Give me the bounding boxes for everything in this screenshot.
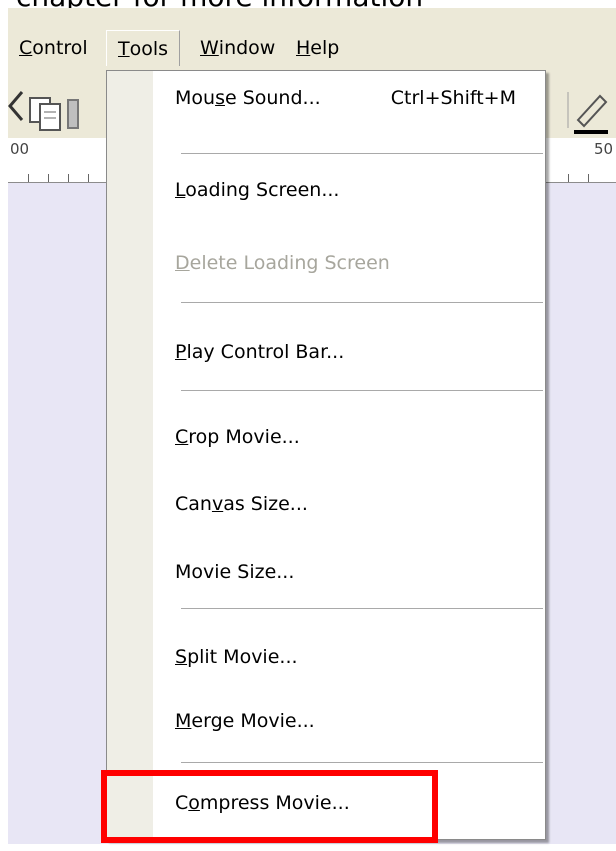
menu-item-label: Crop Movie... [175,426,300,448]
menu-item-label: Delete Loading Screen [175,252,390,274]
menu-item-delete-loading-screen: Delete Loading Screen [154,245,544,281]
ruler-tick [48,174,49,182]
menu-separator [181,302,543,303]
menu-item-label: Movie Size... [175,561,295,583]
tools-dropdown-menu: Mouse Sound... Ctrl+Shift+M Loading Scre… [106,70,546,840]
menu-item-label: Merge Movie... [175,710,315,732]
menu-item-movie-size[interactable]: Movie Size... [154,554,544,590]
menu-separator [181,608,543,609]
ruler-tick [68,174,69,182]
ruler-tick [28,174,29,182]
menu-item-label: Mouse Sound... [175,87,321,109]
menu-item-loading-screen[interactable]: Loading Screen... [154,172,544,208]
menu-window[interactable]: Window [189,30,286,66]
menu-control[interactable]: Control [8,30,99,66]
menu-item-canvas-size[interactable]: Canvas Size... [154,486,544,522]
menu-item-label: Canvas Size... [175,493,308,515]
pencil-icon[interactable] [574,94,608,134]
menu-item-label: Play Control Bar... [175,341,345,363]
ruler-tick [588,174,589,182]
menu-item-crop-movie[interactable]: Crop Movie... [154,419,544,455]
paste-icon[interactable] [67,99,79,129]
menu-bar: Control Tools Window Help [8,8,616,79]
menu-item-label: Loading Screen... [175,179,340,201]
menu-item-mouse-sound[interactable]: Mouse Sound... Ctrl+Shift+M [154,80,544,116]
menu-separator [181,153,543,154]
menu-tools[interactable]: Tools [106,30,181,66]
ruler-tick [568,174,569,182]
menu-help[interactable]: Help [285,30,350,66]
copy-icon[interactable] [29,97,61,131]
menu-item-shortcut: Ctrl+Shift+M [390,87,516,109]
menu-item-play-control-bar[interactable]: Play Control Bar... [154,334,544,370]
menu-separator [181,762,543,763]
ruler-label-left: 00 [10,140,30,158]
menu-icon-gutter [107,71,153,839]
cut-icon[interactable] [8,91,24,121]
ruler-tick [88,174,89,182]
annotation-highlight-box [101,770,438,843]
menu-separator [181,390,543,391]
ruler-label-right: 50 [594,140,614,158]
menu-item-split-movie[interactable]: Split Movie... [154,639,544,675]
menu-item-label: Split Movie... [175,646,298,668]
menu-item-merge-movie[interactable]: Merge Movie... [154,703,544,739]
